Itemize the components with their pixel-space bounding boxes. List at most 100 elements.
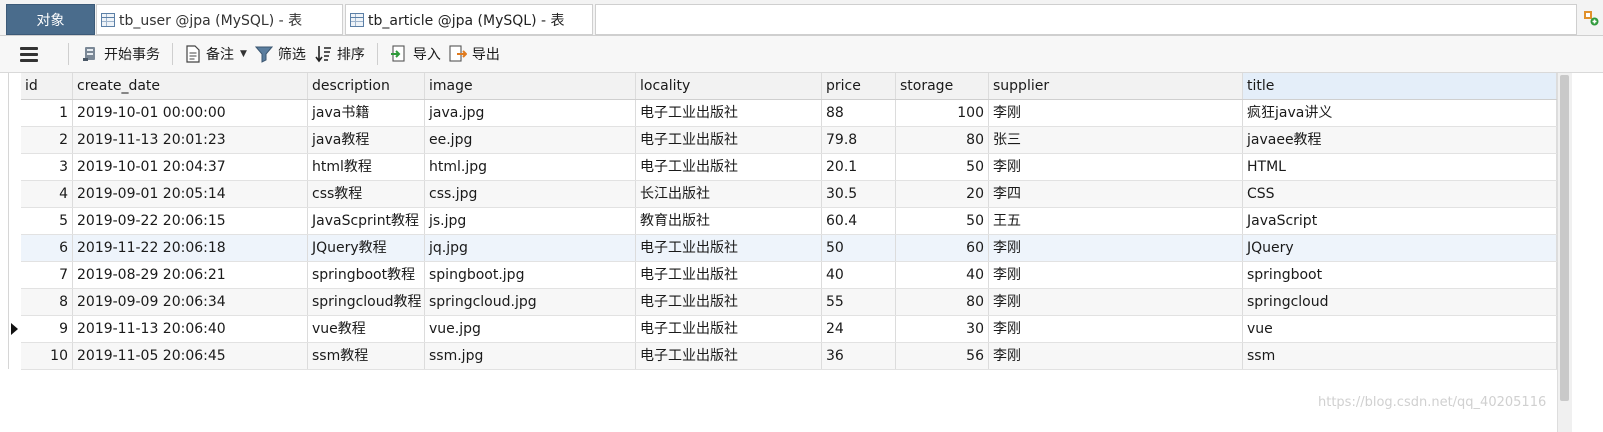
cell-price[interactable]: 60.4 bbox=[822, 208, 896, 234]
cell-create-date[interactable]: 2019-11-13 20:01:23 bbox=[73, 127, 308, 153]
cell-image[interactable]: css.jpg bbox=[425, 181, 636, 207]
cell-locality[interactable]: 电子工业出版社 bbox=[636, 316, 822, 342]
cell-storage[interactable]: 20 bbox=[896, 181, 989, 207]
cell-supplier[interactable]: 李刚 bbox=[989, 262, 1243, 288]
table-row[interactable]: 6 2019-11-22 20:06:18 JQuery教程 jq.jpg 电子工业出版… bbox=[21, 235, 1557, 262]
table-row[interactable]: 4 2019-09-01 20:05:14 css教程 css.jpg 长江出版社 30.… bbox=[21, 181, 1557, 208]
cell-description[interactable]: java教程 bbox=[308, 127, 425, 153]
cell-title[interactable]: CSS bbox=[1243, 181, 1557, 207]
filter-button[interactable]: 筛选 bbox=[251, 41, 310, 67]
cell-storage[interactable]: 30 bbox=[896, 316, 989, 342]
object-info-icon[interactable] bbox=[1583, 10, 1599, 26]
cell-storage[interactable]: 60 bbox=[896, 235, 989, 261]
cell-locality[interactable]: 电子工业出版社 bbox=[636, 289, 822, 315]
cell-supplier[interactable]: 王五 bbox=[989, 208, 1243, 234]
cell-locality[interactable]: 电子工业出版社 bbox=[636, 100, 822, 126]
cell-title[interactable]: ssm bbox=[1243, 343, 1557, 369]
cell-description[interactable]: css教程 bbox=[308, 181, 425, 207]
column-header-title[interactable]: title bbox=[1243, 73, 1557, 99]
scrollbar-thumb[interactable] bbox=[1560, 75, 1569, 401]
column-header-supplier[interactable]: supplier bbox=[989, 73, 1243, 99]
cell-title[interactable]: javaee教程 bbox=[1243, 127, 1557, 153]
cell-image[interactable]: ssm.jpg bbox=[425, 343, 636, 369]
cell-supplier[interactable]: 李刚 bbox=[989, 316, 1243, 342]
cell-description[interactable]: ssm教程 bbox=[308, 343, 425, 369]
table-row[interactable]: 9 2019-11-13 20:06:40 vue教程 vue.jpg 电子工业出版社 2… bbox=[21, 316, 1557, 343]
tab-tb-article[interactable]: tb_article @jpa (MySQL) - 表 bbox=[345, 4, 593, 35]
cell-title[interactable]: JavaScript bbox=[1243, 208, 1557, 234]
cell-id[interactable]: 5 bbox=[21, 208, 73, 234]
cell-description[interactable]: JavaScprint教程 bbox=[308, 208, 425, 234]
cell-supplier[interactable]: 李四 bbox=[989, 181, 1243, 207]
cell-supplier[interactable]: 李刚 bbox=[989, 343, 1243, 369]
cell-id[interactable]: 9 bbox=[21, 316, 73, 342]
cell-image[interactable]: ee.jpg bbox=[425, 127, 636, 153]
cell-price[interactable]: 79.8 bbox=[822, 127, 896, 153]
cell-id[interactable]: 1 bbox=[21, 100, 73, 126]
vertical-scrollbar[interactable] bbox=[1557, 73, 1572, 432]
cell-supplier[interactable]: 张三 bbox=[989, 127, 1243, 153]
table-row[interactable]: 1 2019-10-01 00:00:00 java书籍 java.jpg 电子工业出版… bbox=[21, 100, 1557, 127]
cell-id[interactable]: 2 bbox=[21, 127, 73, 153]
cell-storage[interactable]: 50 bbox=[896, 208, 989, 234]
column-header-image[interactable]: image bbox=[425, 73, 636, 99]
cell-storage[interactable]: 50 bbox=[896, 154, 989, 180]
cell-storage[interactable]: 80 bbox=[896, 289, 989, 315]
cell-price[interactable]: 50 bbox=[822, 235, 896, 261]
cell-create-date[interactable]: 2019-10-01 20:04:37 bbox=[73, 154, 308, 180]
cell-description[interactable]: html教程 bbox=[308, 154, 425, 180]
cell-create-date[interactable]: 2019-11-22 20:06:18 bbox=[73, 235, 308, 261]
table-row[interactable]: 5 2019-09-22 20:06:15 JavaScprint教程 js.jpg 教… bbox=[21, 208, 1557, 235]
column-header-id[interactable]: id bbox=[21, 73, 73, 99]
cell-id[interactable]: 8 bbox=[21, 289, 73, 315]
table-row[interactable]: 8 2019-09-09 20:06:34 springcloud教程 springc… bbox=[21, 289, 1557, 316]
cell-locality[interactable]: 长江出版社 bbox=[636, 181, 822, 207]
cell-locality[interactable]: 电子工业出版社 bbox=[636, 343, 822, 369]
cell-price[interactable]: 24 bbox=[822, 316, 896, 342]
cell-title[interactable]: vue bbox=[1243, 316, 1557, 342]
cell-storage[interactable]: 40 bbox=[896, 262, 989, 288]
cell-image[interactable]: jq.jpg bbox=[425, 235, 636, 261]
cell-image[interactable]: java.jpg bbox=[425, 100, 636, 126]
cell-price[interactable]: 36 bbox=[822, 343, 896, 369]
cell-supplier[interactable]: 李刚 bbox=[989, 100, 1243, 126]
cell-create-date[interactable]: 2019-10-01 00:00:00 bbox=[73, 100, 308, 126]
table-header-row[interactable]: id create_date description image locality pri… bbox=[21, 73, 1557, 100]
cell-image[interactable]: vue.jpg bbox=[425, 316, 636, 342]
cell-description[interactable]: vue教程 bbox=[308, 316, 425, 342]
cell-title[interactable]: JQuery bbox=[1243, 235, 1557, 261]
table-row[interactable]: 10 2019-11-05 20:06:45 ssm教程 ssm.jpg 电子工业出版社… bbox=[21, 343, 1557, 370]
cell-locality[interactable]: 电子工业出版社 bbox=[636, 262, 822, 288]
cell-locality[interactable]: 电子工业出版社 bbox=[636, 235, 822, 261]
cell-locality[interactable]: 电子工业出版社 bbox=[636, 154, 822, 180]
table-row[interactable]: 7 2019-08-29 20:06:21 springboot教程 spingboo… bbox=[21, 262, 1557, 289]
cell-description[interactable]: JQuery教程 bbox=[308, 235, 425, 261]
cell-price[interactable]: 55 bbox=[822, 289, 896, 315]
cell-price[interactable]: 40 bbox=[822, 262, 896, 288]
cell-locality[interactable]: 电子工业出版社 bbox=[636, 127, 822, 153]
cell-description[interactable]: java书籍 bbox=[308, 100, 425, 126]
column-header-price[interactable]: price bbox=[822, 73, 896, 99]
cell-storage[interactable]: 100 bbox=[896, 100, 989, 126]
tab-tb-user[interactable]: tb_user @jpa (MySQL) - 表 bbox=[96, 4, 343, 35]
cell-price[interactable]: 30.5 bbox=[822, 181, 896, 207]
cell-price[interactable]: 88 bbox=[822, 100, 896, 126]
table-row[interactable]: 2 2019-11-13 20:01:23 java教程 ee.jpg 电子工业出版社 7… bbox=[21, 127, 1557, 154]
note-button[interactable]: 备注 ▼ bbox=[181, 41, 251, 67]
cell-id[interactable]: 3 bbox=[21, 154, 73, 180]
cell-image[interactable]: js.jpg bbox=[425, 208, 636, 234]
table-row[interactable]: 3 2019-10-01 20:04:37 html教程 html.jpg 电子工业出版… bbox=[21, 154, 1557, 181]
cell-create-date[interactable]: 2019-11-05 20:06:45 bbox=[73, 343, 308, 369]
cell-title[interactable]: springboot bbox=[1243, 262, 1557, 288]
column-header-description[interactable]: description bbox=[308, 73, 425, 99]
cell-title[interactable]: HTML bbox=[1243, 154, 1557, 180]
cell-supplier[interactable]: 李刚 bbox=[989, 289, 1243, 315]
cell-create-date[interactable]: 2019-08-29 20:06:21 bbox=[73, 262, 308, 288]
chevron-down-icon[interactable]: ▼ bbox=[240, 49, 247, 59]
cell-description[interactable]: springboot教程 bbox=[308, 262, 425, 288]
row-selector-gutter[interactable] bbox=[9, 73, 21, 369]
begin-transaction-button[interactable]: 开始事务 bbox=[77, 41, 164, 67]
import-button[interactable]: 导入 bbox=[386, 41, 445, 67]
cell-image[interactable]: spingboot.jpg bbox=[425, 262, 636, 288]
cell-id[interactable]: 6 bbox=[21, 235, 73, 261]
